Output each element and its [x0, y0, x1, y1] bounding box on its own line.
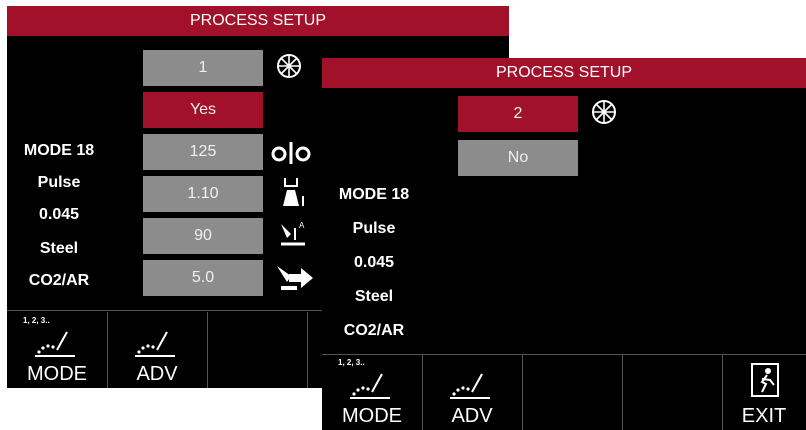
mode-sub-label: 1, 2, 3.. [23, 316, 50, 325]
gas-label: CO2/AR [28, 272, 90, 289]
mode-button-label: MODE [27, 363, 87, 385]
wire-feed-icon [277, 266, 313, 290]
mode-sub-label: 1, 2, 3.. [338, 358, 365, 367]
wire-size-label: 0.045 [353, 254, 395, 271]
memory-field[interactable]: 1 [143, 50, 263, 86]
mode-button-label: MODE [342, 405, 402, 427]
mode-label: MODE 18 [23, 142, 95, 159]
adv-icon [135, 331, 175, 357]
adv-icon [450, 373, 490, 399]
mode-icon [350, 373, 390, 399]
soft-key-3[interactable] [522, 354, 623, 430]
screen-title: PROCESS SETUP [322, 58, 806, 88]
memory-field[interactable]: 2 [458, 96, 578, 132]
run-in-icon [271, 142, 311, 164]
trim-field[interactable]: 1.10 [143, 176, 263, 212]
material-label: Steel [39, 240, 79, 257]
exit-button-label: EXIT [741, 405, 787, 427]
enable-field[interactable]: Yes [143, 92, 263, 128]
mode-icon [35, 331, 75, 357]
svg-text:A: A [299, 221, 305, 230]
arc-control-field[interactable]: 90 [143, 218, 263, 254]
process-label: Pulse [352, 220, 396, 237]
enable-field[interactable]: No [458, 140, 578, 176]
mode-label: MODE 18 [338, 186, 410, 203]
exit-button[interactable]: EXIT [722, 354, 806, 430]
process-setup-screen-2: PROCESS SETUP 2 No MODE 18 Pulse 0.045 S… [322, 58, 806, 430]
wire-feed-field[interactable]: 5.0 [143, 260, 263, 296]
soft-key-row: 1, 2, 3.. MODE ADV [322, 354, 806, 430]
run-in-field[interactable]: 125 [143, 134, 263, 170]
memory-dial-icon [592, 100, 616, 124]
adv-button-label: ADV [136, 363, 178, 385]
exit-icon [751, 363, 779, 397]
soft-key-4[interactable] [622, 354, 723, 430]
wire-size-label: 0.045 [38, 206, 80, 223]
process-label: Pulse [37, 174, 81, 191]
memory-dial-icon [277, 54, 301, 78]
mode-button[interactable]: 1, 2, 3.. MODE [7, 312, 108, 388]
mode-button[interactable]: 1, 2, 3.. MODE [322, 354, 423, 430]
adv-button[interactable]: ADV [107, 312, 208, 388]
gas-label: CO2/AR [343, 322, 405, 339]
adv-button-label: ADV [451, 405, 493, 427]
screen-title: PROCESS SETUP [7, 6, 509, 36]
gun-trigger-icon [283, 178, 304, 206]
material-label: Steel [354, 288, 394, 305]
arc-control-icon: A [281, 221, 305, 246]
adv-button[interactable]: ADV [422, 354, 523, 430]
soft-key-3[interactable] [207, 312, 308, 388]
